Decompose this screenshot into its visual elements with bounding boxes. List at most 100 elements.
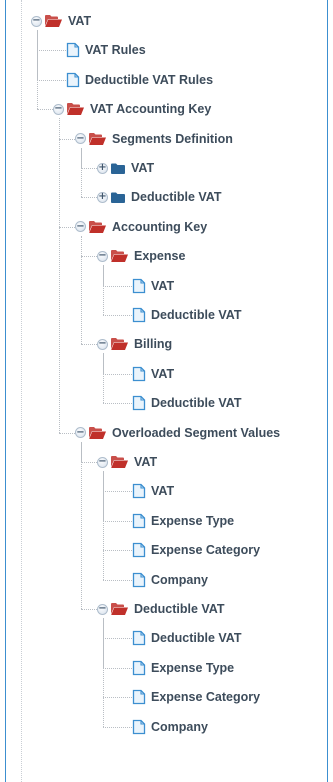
tree-leaf-node[interactable]: Company [119, 571, 208, 589]
folder-open-icon [45, 15, 62, 27]
collapse-toggle-icon[interactable]: − [53, 103, 64, 115]
tree-guide-line [59, 138, 75, 140]
tree-leaf-node[interactable]: VAT Rules [53, 41, 146, 59]
collapse-toggle-icon[interactable]: − [75, 133, 86, 145]
tree-node-label: Overloaded Segment Values [112, 425, 281, 440]
tree-guide-line [103, 353, 104, 404]
document-icon [66, 43, 80, 58]
tree-leaf-node[interactable]: Deductible VAT [119, 306, 242, 324]
tree-guide-line [103, 265, 104, 315]
tree-guide-line [81, 235, 82, 345]
tree-node-label: VAT [151, 366, 175, 381]
tree-guide-line [37, 109, 53, 111]
tree-leaf-node[interactable]: Expense Category [119, 688, 260, 706]
tree-guide-line [81, 609, 97, 610]
tree-node-label: VAT Accounting Key [90, 102, 212, 117]
document-icon [132, 307, 146, 323]
tree-folder-node[interactable]: + VAT [97, 159, 154, 177]
tree-folder-node[interactable]: − Expense [97, 247, 185, 265]
tree-guide-line [37, 30, 38, 110]
tree-guide-line [81, 462, 97, 463]
tree-node-label: VAT Rules [85, 43, 146, 58]
tree-leaf-node[interactable]: Deductible VAT Rules [53, 71, 213, 89]
tree-leaf-node[interactable]: Expense Type [119, 659, 234, 677]
tree-node-label: VAT [134, 455, 158, 469]
document-icon [132, 631, 146, 646]
folder-open-icon [111, 603, 128, 615]
tree-guide-line [81, 197, 97, 199]
tree-leaf-node[interactable]: Expense Category [119, 541, 260, 559]
tree-node-label: Company [151, 572, 208, 587]
tree-folder-node[interactable]: − Segments Definition [75, 130, 233, 148]
folder-open-icon [111, 250, 128, 263]
tree-leaf-node[interactable]: Company [119, 718, 208, 736]
expand-toggle-icon[interactable]: + [97, 191, 108, 203]
tree-node-label: Segments Definition [112, 131, 233, 146]
collapse-toggle-icon[interactable]: − [75, 427, 86, 439]
tree-folder-node[interactable]: − VAT Accounting Key [53, 100, 211, 118]
tree-folder-node[interactable]: − VAT [31, 12, 91, 30]
collapse-toggle-icon[interactable]: − [97, 338, 108, 350]
collapse-toggle-icon[interactable]: − [97, 456, 108, 468]
document-icon [132, 513, 146, 528]
tree-guide-line [81, 256, 97, 258]
tree-folder-node[interactable]: + Deductible VAT [97, 188, 222, 206]
tree-leaf-node[interactable]: Expense Type [119, 512, 234, 530]
tree-guide-line [59, 226, 75, 228]
tree-node-label: Expense Type [151, 660, 235, 675]
tree-node-label: VAT [151, 484, 175, 499]
tree-node-label: Deductible VAT [131, 190, 222, 205]
folder-open-icon [89, 426, 106, 439]
tree-node-label: Deductible VAT [151, 308, 242, 322]
document-icon [66, 72, 80, 87]
tree-folder-node[interactable]: − Billing [97, 335, 172, 353]
tree-node-label: Accounting Key [112, 219, 208, 234]
folder-open-icon [67, 103, 84, 116]
tree-node-label: Company [151, 719, 208, 734]
tree-leaf-node[interactable]: Deductible VAT [119, 394, 242, 412]
tree-node-label: Billing [134, 337, 173, 352]
collapse-toggle-icon[interactable]: − [97, 603, 108, 615]
document-icon [132, 719, 146, 734]
tree-guide-line [81, 344, 97, 346]
tree-folder-node[interactable]: − Overloaded Segment Values [75, 424, 280, 442]
expand-toggle-icon[interactable]: + [97, 162, 108, 174]
tree-leaf-node[interactable]: VAT [119, 482, 174, 500]
tree-leaf-node[interactable]: Deductible VAT [119, 629, 242, 647]
document-icon [132, 690, 146, 705]
document-icon [132, 660, 146, 675]
tree-leaf-node[interactable]: VAT [119, 277, 174, 295]
collapse-toggle-icon[interactable]: − [97, 250, 108, 262]
tree-leaf-node[interactable]: VAT [119, 365, 174, 383]
document-icon [132, 484, 146, 499]
tree-panel: − VAT VAT Rules Deductible VAT Rules − VAT Ac… [5, 0, 328, 782]
document-icon [132, 366, 146, 381]
tree-guide-line [103, 618, 104, 727]
folder-open-icon [111, 456, 128, 468]
tree-guide-line [81, 147, 82, 198]
tree-folder-node[interactable]: − Deductible VAT [97, 600, 225, 618]
folder-open-icon [111, 338, 128, 351]
tree-node-label: VAT [131, 161, 155, 175]
tree-guide-line [59, 432, 75, 434]
folder-open-icon [89, 220, 106, 233]
tree-node-label: Expense Category [151, 690, 261, 705]
tree-folder-node[interactable]: − Accounting Key [75, 218, 207, 236]
tree-node-label: VAT [151, 278, 175, 293]
document-icon [132, 278, 146, 293]
tree-node-label: Expense Category [151, 543, 261, 558]
tree-node-label: Expense [134, 249, 186, 264]
folder-open-icon [89, 132, 106, 145]
document-icon [132, 396, 146, 411]
tree-node-label: Deductible VAT [151, 396, 242, 411]
tree-node-label: Deductible VAT [134, 602, 225, 616]
folder-closed-icon [111, 163, 125, 174]
tree-folder-node[interactable]: − VAT [97, 453, 157, 471]
tree-node-label: Deductible VAT Rules [85, 72, 214, 87]
tree-guide-line [59, 118, 60, 433]
tree-guide-line [103, 471, 104, 580]
tree-node-label: Expense Type [151, 513, 235, 528]
collapse-toggle-icon[interactable]: − [75, 221, 86, 233]
collapse-toggle-icon[interactable]: − [31, 15, 42, 27]
tree-node-label: Deductible VAT [151, 631, 242, 646]
